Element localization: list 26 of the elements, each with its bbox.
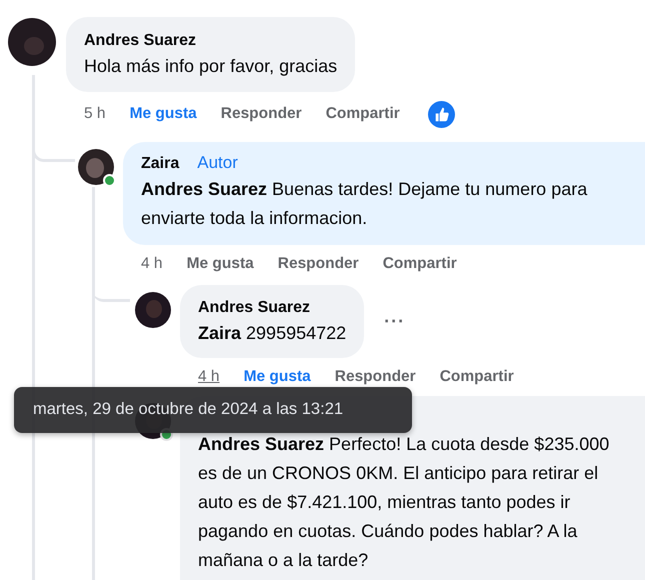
share-link[interactable]: Compartir bbox=[382, 255, 457, 273]
share-link[interactable]: Compartir bbox=[326, 105, 400, 123]
reply-link[interactable]: Responder bbox=[278, 255, 359, 273]
timestamp-link[interactable]: 4 h bbox=[198, 368, 220, 386]
share-link[interactable]: Compartir bbox=[440, 368, 514, 386]
avatar[interactable] bbox=[78, 149, 114, 185]
like-link[interactable]: Me gusta bbox=[186, 255, 254, 273]
author-label: Autor bbox=[197, 153, 238, 173]
author-name[interactable]: Andres Suarez bbox=[84, 30, 338, 52]
like-link[interactable]: Me gusta bbox=[244, 368, 311, 386]
date-tooltip: martes, 29 de octubre de 2024 a las 13:21 bbox=[14, 387, 412, 433]
avatar[interactable] bbox=[135, 292, 171, 328]
reply-link[interactable]: Responder bbox=[220, 105, 302, 123]
avatar[interactable] bbox=[8, 18, 56, 66]
thumbs-up-icon bbox=[428, 100, 455, 128]
author-name[interactable]: Andres Suarez bbox=[198, 297, 346, 319]
comment-text: Andres Suarez Perfecto! La cuota desde $235.000 es de un CRONOS 0KM. El anticipo para retirar el auto es de $7.421.100, mientras tanto podes ir pagando en cuotas. Cuándo podes hablar? A la mañana o a la tarde? bbox=[198, 433, 610, 572]
timestamp-link[interactable]: 5 h bbox=[84, 105, 106, 123]
comment-text: Zaira 2995954722 bbox=[198, 322, 346, 345]
author-name[interactable]: Zaira bbox=[141, 153, 180, 175]
reply-link[interactable]: Responder bbox=[334, 368, 416, 386]
more-options-button[interactable]: ··· bbox=[384, 311, 406, 332]
comment-text: Andres Suarez Buenas tardes! Dejame tu numero para enviarte toda la informacion. bbox=[141, 178, 588, 230]
like-link[interactable]: Me gusta bbox=[130, 105, 197, 123]
comment-text: Hola más info por favor, gracias bbox=[84, 55, 338, 78]
timestamp-link[interactable]: 4 h bbox=[141, 255, 163, 273]
